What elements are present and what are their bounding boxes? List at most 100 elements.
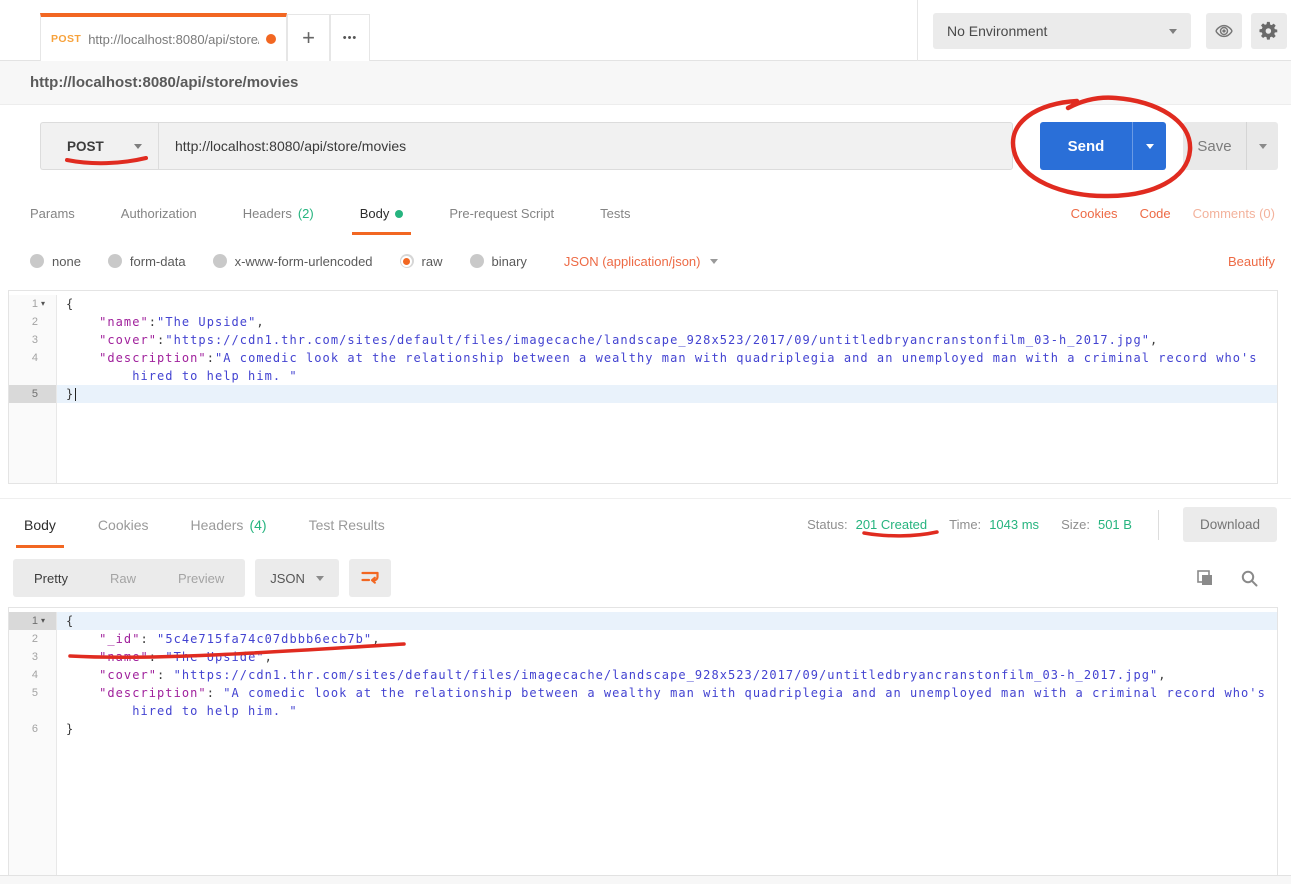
wrap-text-button[interactable] [349,559,391,597]
editor-line[interactable]: 1▾{ [9,295,1277,313]
radio-x-www-form-urlencoded[interactable]: x-www-form-urlencoded [213,254,373,269]
line-number-gutter: 3 [9,648,57,666]
request-builder: POST http://localhost:8080/api/store/mov… [0,105,1291,190]
response-toolbar-right [1196,569,1291,588]
editor-line[interactable]: hired to help him. " [9,702,1277,720]
unsaved-changes-dot-icon [266,34,276,44]
wrap-text-icon [360,569,380,587]
body-type-options: none form-data x-www-form-urlencoded raw… [0,237,1291,285]
tab-method-badge: POST [51,33,81,45]
editor-line[interactable]: 4 "description":"A comedic look at the r… [9,349,1277,367]
settings-button[interactable] [1251,13,1287,49]
response-tab-body-label: Body [24,517,56,533]
radio-raw[interactable]: raw [400,254,443,269]
time-label: Time: [949,517,981,532]
chevron-down-icon [316,576,324,581]
editor-line[interactable]: 1▾{ [9,612,1277,630]
cookies-link[interactable]: Cookies [1071,206,1118,221]
copy-response-button[interactable] [1196,569,1214,587]
code-link[interactable]: Code [1140,206,1171,221]
content-type-select[interactable]: JSON (application/json) [564,254,719,269]
request-tabs-right: Cookies Code Comments (0) [1071,190,1291,237]
response-toolbar: Pretty Raw Preview JSON [0,556,1291,600]
text-cursor [75,388,76,401]
line-number-gutter: 5 [9,385,57,403]
tab-pre-request-script[interactable]: Pre-request Script [441,190,562,237]
radio-none-label: none [52,254,81,269]
environment-select[interactable]: No Environment [933,13,1191,49]
save-options-button[interactable] [1246,122,1278,170]
response-view-switch: Pretty Raw Preview [13,559,245,597]
response-tab-cookies[interactable]: Cookies [90,499,157,550]
search-response-button[interactable] [1240,569,1259,588]
radio-binary-label: binary [492,254,527,269]
tab-authorization[interactable]: Authorization [113,190,205,237]
chevron-down-icon [1259,144,1267,149]
eye-icon [1214,21,1234,41]
response-tab-test-results-label: Test Results [309,517,385,533]
request-url-input[interactable]: http://localhost:8080/api/store/movies [158,122,1013,170]
download-button[interactable]: Download [1183,507,1277,542]
send-button[interactable]: Send [1040,122,1132,170]
request-url-value: http://localhost:8080/api/store/movies [175,138,406,154]
editor-line[interactable]: 2 "_id": "5c4e715fa74c07dbbb6ecb7b", [9,630,1277,648]
tab-body[interactable]: Body [352,190,412,237]
response-tab-headers-label: Headers [191,517,244,533]
editor-line[interactable]: 4 "cover": "https://cdn1.thr.com/sites/d… [9,666,1277,684]
editor-line[interactable]: 2 "name":"The Upside", [9,313,1277,331]
response-body-editor[interactable]: 1▾{2 "_id": "5c4e715fa74c07dbbb6ecb7b",3… [8,607,1278,876]
send-options-button[interactable] [1132,122,1166,170]
response-status-group: Status: 201 Created Time: 1043 ms Size: … [807,499,1291,550]
beautify-link[interactable]: Beautify [1228,254,1291,269]
time-value: 1043 ms [989,517,1039,532]
tabbar-separator [917,0,918,61]
editor-line[interactable]: 6} [9,720,1277,738]
response-tab-test-results[interactable]: Test Results [301,499,393,550]
view-preview-button[interactable]: Preview [157,571,245,586]
fold-caret-icon[interactable]: ▾ [41,617,50,625]
status-value: 201 Created [856,517,928,532]
tab-params[interactable]: Params [22,190,83,237]
response-format-select[interactable]: JSON [255,559,339,597]
fold-caret-icon[interactable]: ▾ [41,300,50,308]
editor-empty-area[interactable] [9,403,1277,483]
tab-pre-request-label: Pre-request Script [449,206,554,221]
comments-link[interactable]: Comments (0) [1193,206,1275,221]
editor-line[interactable]: 3 "name": "The Upside", [9,648,1277,666]
response-tab-cookies-label: Cookies [98,517,149,533]
line-number-gutter [9,367,57,385]
environment-select-label: No Environment [947,23,1047,39]
radio-none[interactable]: none [30,254,81,269]
response-tab-body[interactable]: Body [16,499,64,550]
radio-form-data-label: form-data [130,254,186,269]
response-tabs: Body Cookies Headers (4) Test Results St… [0,498,1291,550]
radio-form-data[interactable]: form-data [108,254,186,269]
radio-icon [213,254,227,268]
more-tabs-button[interactable]: ••• [330,14,370,61]
http-method-select[interactable]: POST [40,122,158,170]
line-number-gutter: 2 [9,313,57,331]
view-raw-button[interactable]: Raw [89,571,157,586]
request-body-editor[interactable]: 1▾{2 "name":"The Upside",3 "cover":"http… [8,290,1278,484]
editor-line[interactable]: 5 "description": "A comedic look at the … [9,684,1277,702]
editor-line[interactable]: 5} [9,385,1277,403]
tab-params-label: Params [30,206,75,221]
editor-line[interactable]: 3 "cover":"https://cdn1.thr.com/sites/de… [9,331,1277,349]
request-tab[interactable]: POST http://localhost:8080/api/store/ [40,13,287,61]
tab-headers[interactable]: Headers (2) [235,190,322,237]
radio-urlencoded-label: x-www-form-urlencoded [235,254,373,269]
save-button[interactable]: Save [1183,122,1246,170]
chevron-down-icon [710,259,718,264]
headers-count-badge: (2) [298,206,314,221]
editor-line[interactable]: hired to help him. " [9,367,1277,385]
line-number-gutter [9,702,57,720]
radio-binary[interactable]: binary [470,254,527,269]
response-tab-headers[interactable]: Headers (4) [183,499,275,550]
editor-empty-area[interactable] [9,738,1277,875]
response-headers-count-badge: (4) [249,517,266,533]
new-tab-button[interactable]: + [287,14,330,61]
save-button-group: Save [1183,122,1278,170]
tab-tests[interactable]: Tests [592,190,638,237]
view-pretty-button[interactable]: Pretty [13,571,89,586]
environment-quick-look-button[interactable] [1206,13,1242,49]
